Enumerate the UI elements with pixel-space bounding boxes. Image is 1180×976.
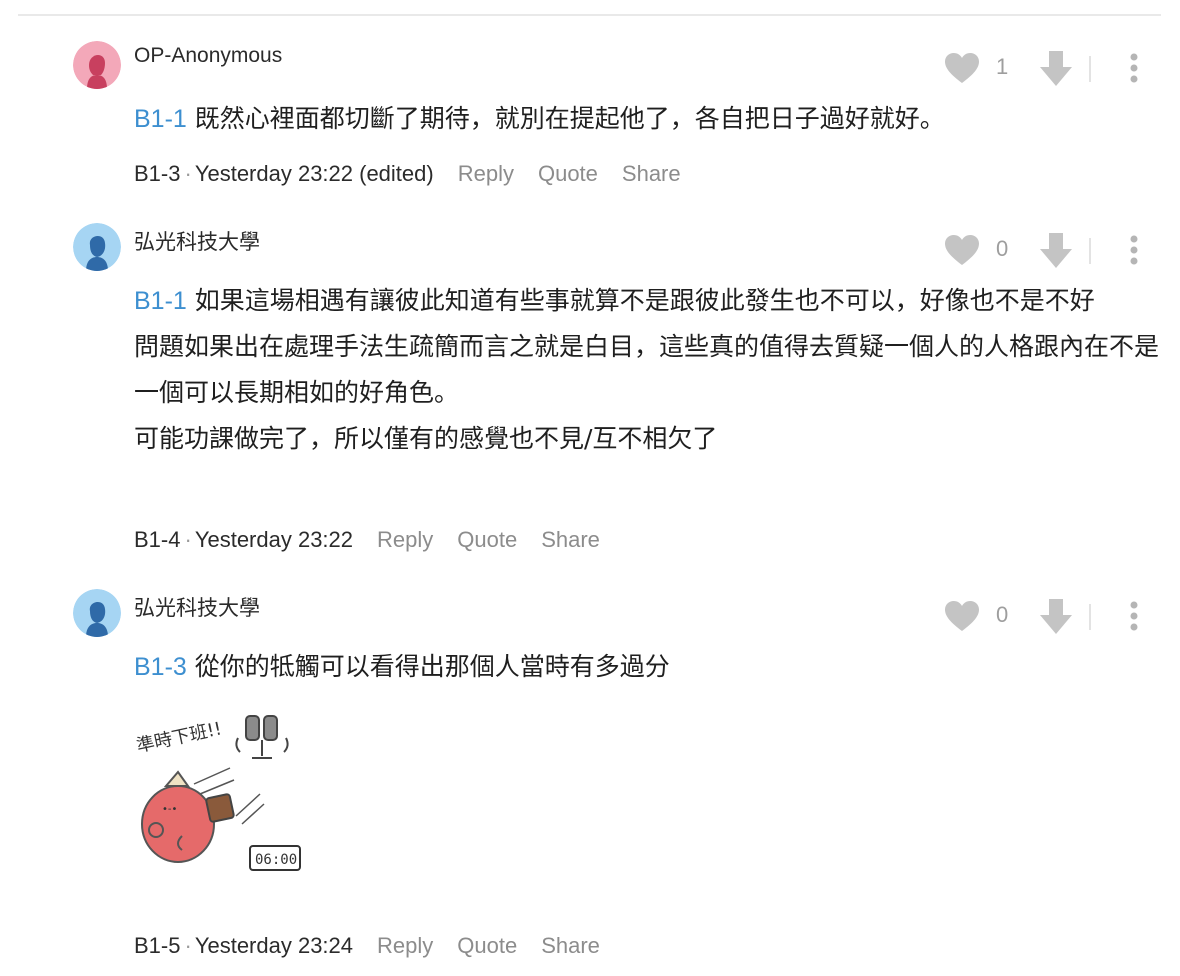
floor-number: B1-4 <box>134 527 181 552</box>
floor-reference-link[interactable]: B1-1 <box>134 105 187 133</box>
share-button[interactable]: Share <box>622 161 681 186</box>
separator-dot: · <box>184 933 192 958</box>
sticker-clock-text: 06:00 <box>255 852 297 868</box>
more-options-icon[interactable] <box>1124 52 1144 84</box>
comment-text: 問題如果出在處理手法生疏簡而言之就是白目，這些真的值得去質疑一個人的人格跟內在不… <box>134 332 1160 407</box>
reply-button[interactable]: Reply <box>377 933 433 958</box>
arrow-down-icon[interactable] <box>1038 598 1074 636</box>
heart-icon[interactable] <box>944 600 980 632</box>
male-avatar-icon[interactable] <box>73 589 121 637</box>
more-options-icon[interactable] <box>1124 600 1144 632</box>
reply-button[interactable]: Reply <box>377 527 433 552</box>
office-chair-icon <box>235 715 289 759</box>
reply-button[interactable]: Reply <box>458 161 514 186</box>
quote-button[interactable]: Quote <box>457 933 517 958</box>
like-count: 1 <box>996 54 1009 79</box>
like-count: 0 <box>996 602 1009 627</box>
separator-dot: · <box>184 527 192 552</box>
comment-text: 從你的牴觸可以看得出那個人當時有多過分 <box>194 652 670 681</box>
heart-icon[interactable] <box>944 52 980 84</box>
divider <box>1089 238 1091 264</box>
comment-meta: B1-3 · Yesterday 23:22 (edited) Reply Quote S… <box>134 161 681 187</box>
comment-text: 如果這場相遇有讓彼此知道有些事就算不是跟彼此發生也不可以，好像也不是不好 <box>194 286 1095 315</box>
comment-meta: B1-5 · Yesterday 23:24 Reply Quote Share <box>134 933 600 959</box>
timestamp: Yesterday 23:22 <box>194 527 354 552</box>
separator-dot: · <box>184 161 192 186</box>
sticker-text: 準時下班!! <box>135 718 224 757</box>
heart-icon[interactable] <box>944 234 980 266</box>
comment-actions: 0 <box>944 230 1154 270</box>
username[interactable]: 弘光科技大學 <box>134 592 260 622</box>
username[interactable]: OP-Anonymous <box>134 44 282 68</box>
female-avatar-icon[interactable] <box>73 41 121 89</box>
comment-text: 可能功課做完了，所以僅有的感覺也不見/互不相欠了 <box>134 424 718 453</box>
arrow-down-icon[interactable] <box>1038 50 1074 88</box>
sticker-image[interactable]: 準時下班!! •-• 06:00 <box>134 708 306 880</box>
top-divider <box>18 14 1161 16</box>
floor-reference-link[interactable]: B1-3 <box>134 653 187 681</box>
floor-number: B1-3 <box>134 161 181 186</box>
comment-text: 既然心裡面都切斷了期待，就別在提起他了，各自把日子過好就好。 <box>194 104 945 133</box>
male-avatar-icon[interactable] <box>73 223 121 271</box>
arrow-down-icon[interactable] <box>1038 232 1074 270</box>
comment-body: B1-1 既然心裡面都切斷了期待，就別在提起他了，各自把日子過好就好。 <box>134 96 1174 142</box>
comment-body: B1-3 從你的牴觸可以看得出那個人當時有多過分 <box>134 644 1174 690</box>
share-button[interactable]: Share <box>541 933 600 958</box>
share-button[interactable]: Share <box>541 527 600 552</box>
svg-text:•-•: •-• <box>162 804 177 815</box>
comment-meta: B1-4 · Yesterday 23:22 Reply Quote Share <box>134 527 600 553</box>
username[interactable]: 弘光科技大學 <box>134 226 260 256</box>
timestamp: Yesterday 23:24 <box>194 933 354 958</box>
divider <box>1089 604 1091 630</box>
quote-button[interactable]: Quote <box>538 161 598 186</box>
comment-actions: 0 <box>944 596 1154 636</box>
quote-button[interactable]: Quote <box>457 527 517 552</box>
timestamp: Yesterday 23:22 (edited) <box>194 161 434 186</box>
floor-number: B1-5 <box>134 933 181 958</box>
like-count: 0 <box>996 236 1009 261</box>
floor-reference-link[interactable]: B1-1 <box>134 287 187 315</box>
more-options-icon[interactable] <box>1124 234 1144 266</box>
comment-actions: 1 <box>944 48 1154 88</box>
comment-body: B1-1 如果這場相遇有讓彼此知道有些事就算不是跟彼此發生也不可以，好像也不是不… <box>134 278 1164 462</box>
divider <box>1089 56 1091 82</box>
